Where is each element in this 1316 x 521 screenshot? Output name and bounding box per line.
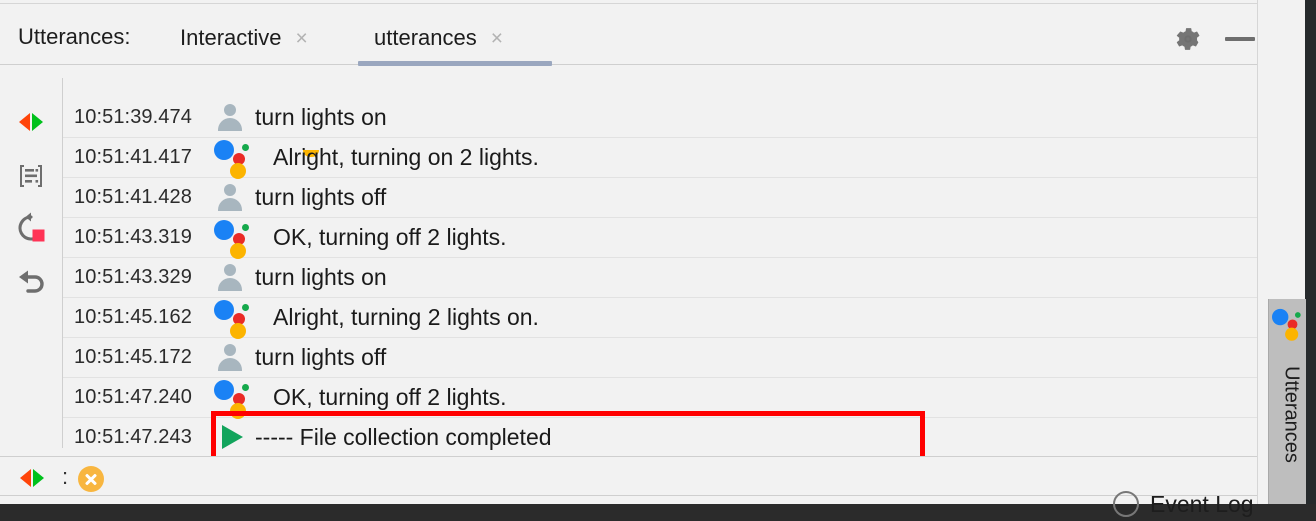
google-assistant-icon [214, 139, 254, 179]
event-log-label: Event Log [1150, 490, 1254, 517]
tab-utterances-label: utterances [374, 25, 477, 50]
undo-arrow-icon [19, 270, 44, 293]
status-bar: : [0, 456, 1257, 496]
sidebar-item-utterances[interactable]: Utterances [1268, 299, 1306, 504]
close-icon[interactable]: × [491, 28, 503, 49]
table-row[interactable]: 10:51:45.172 turn lights off [63, 337, 1257, 378]
row-message: Alright, turning 2 lights on. [273, 304, 539, 330]
status-separator: : [62, 464, 69, 489]
row-timestamp: 10:51:45.172 [74, 346, 192, 368]
row-message: ----- File collection completed [255, 424, 552, 450]
text-wrap-icon [20, 165, 42, 187]
console-output[interactable]: 10:51:39.474 turn lights on 10:51:41.417… [63, 66, 1257, 456]
left-right-arrows-icon[interactable] [16, 468, 48, 488]
table-row[interactable]: 10:51:41.417 Alright, turning on 2 light… [63, 137, 1257, 179]
row-timestamp: 10:51:47.240 [74, 386, 192, 408]
row-message: OK, turning off 2 lights. [273, 384, 507, 410]
tab-interactive[interactable]: Interactive × [180, 22, 308, 54]
table-row[interactable]: 10:51:43.329 turn lights on [63, 257, 1257, 298]
table-row[interactable]: 10:51:43.319 OK, turning off 2 lights. [63, 217, 1257, 259]
tool-window-title: Utterances: [18, 24, 131, 49]
circle-icon [1113, 491, 1139, 517]
row-timestamp: 10:51:43.329 [74, 266, 192, 288]
row-message: turn lights off [255, 184, 387, 210]
compare-with-clipboard-button[interactable] [14, 105, 48, 139]
row-message: Alright, turning on 2 lights. [273, 144, 539, 170]
row-message: turn lights off [255, 344, 387, 370]
orange-x-circle-icon[interactable] [78, 466, 104, 492]
close-icon[interactable]: × [296, 28, 308, 49]
ide-run-tool-window: Utterances: Interactive × utterances × 1… [0, 0, 1316, 517]
table-row[interactable]: 10:51:47.240 OK, turning off 2 lights. [63, 377, 1257, 419]
right-rail-background-upper [1268, 0, 1305, 299]
tool-window-header: Utterances: Interactive × utterances × [0, 3, 1257, 66]
google-assistant-icon [214, 219, 254, 259]
gear-icon[interactable] [1175, 26, 1201, 52]
row-timestamp: 10:51:39.474 [74, 106, 192, 128]
row-message: turn lights on [255, 264, 387, 290]
run-toolbar [0, 66, 62, 456]
tab-utterances[interactable]: utterances × [374, 22, 503, 54]
sidebar-item-label: Utterances [1280, 366, 1303, 463]
google-assistant-icon [214, 299, 254, 339]
table-row[interactable]: 10:51:39.474 turn lights on [63, 97, 1257, 138]
row-timestamp: 10:51:43.319 [74, 226, 192, 248]
row-message: turn lights on [255, 104, 387, 130]
row-timestamp: 10:51:41.417 [74, 146, 192, 168]
soft-wrap-button[interactable] [14, 159, 48, 193]
google-assistant-icon [214, 379, 254, 419]
row-timestamp: 10:51:45.162 [74, 306, 192, 328]
table-row[interactable]: 10:51:41.428 turn lights off [63, 177, 1257, 218]
tab-interactive-label: Interactive [180, 25, 282, 50]
back-button[interactable] [14, 264, 48, 298]
table-row[interactable]: 10:51:47.243 ----- File collection compl… [63, 417, 1257, 456]
rerun-stop-button[interactable] [14, 211, 48, 245]
right-rail-background [1257, 0, 1268, 504]
row-message: OK, turning off 2 lights. [273, 224, 507, 250]
row-timestamp: 10:51:47.243 [74, 426, 192, 448]
event-log-button[interactable]: Event Log [1113, 487, 1254, 521]
table-row[interactable]: 10:51:45.162 Alright, turning 2 lights o… [63, 297, 1257, 339]
minimize-icon[interactable] [1225, 37, 1255, 41]
rerun-with-stop-icon [18, 212, 45, 242]
left-right-arrows-icon [19, 113, 43, 131]
row-timestamp: 10:51:41.428 [74, 186, 192, 208]
